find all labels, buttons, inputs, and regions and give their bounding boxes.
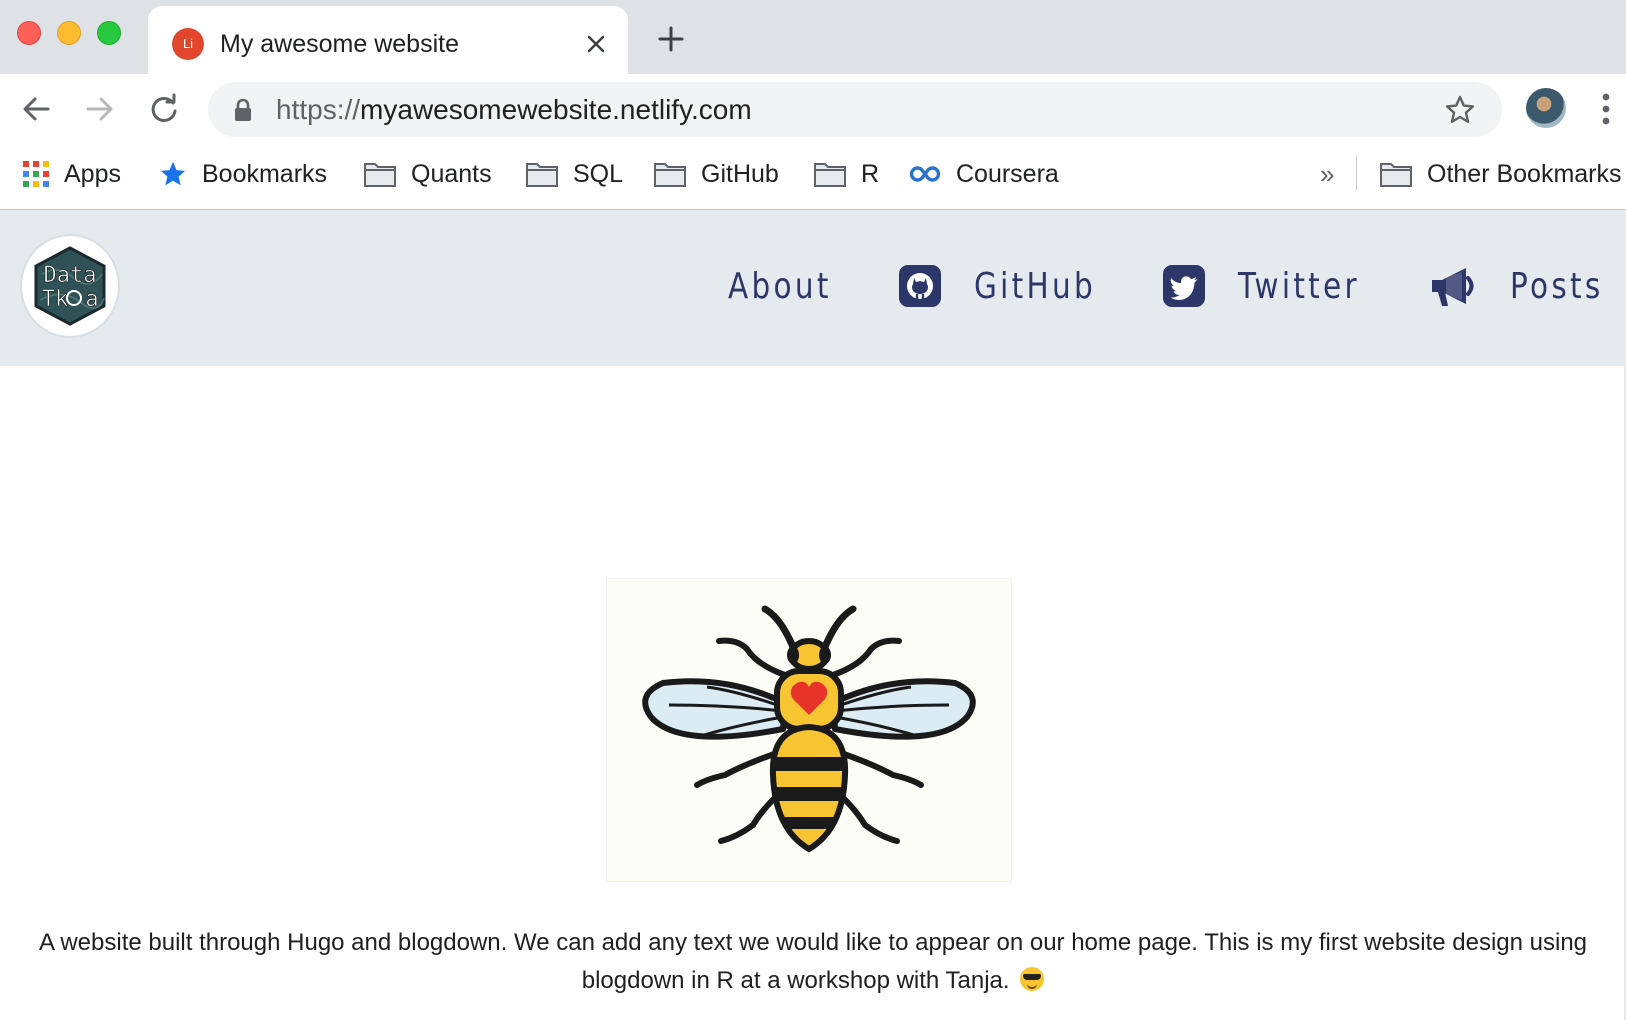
folder-icon bbox=[364, 163, 396, 187]
twitter-icon bbox=[1163, 265, 1205, 307]
nav-github-label: GitHub bbox=[974, 265, 1096, 307]
bookmarks-bar: Apps Bookmarks Quants SQL GitHub R Cours… bbox=[0, 144, 1626, 210]
bookmark-label: GitHub bbox=[701, 159, 779, 188]
back-arrow-icon[interactable] bbox=[18, 91, 54, 127]
bookmark-label: Quants bbox=[411, 159, 492, 188]
bookmarks-overflow-chevron[interactable]: » bbox=[1320, 158, 1334, 190]
bookmark-label: Other Bookmarks bbox=[1427, 159, 1622, 188]
nav-posts-link[interactable]: Posts bbox=[1428, 262, 1624, 310]
more-options-icon[interactable] bbox=[1600, 90, 1612, 128]
active-tab[interactable]: Li My awesome website bbox=[148, 6, 628, 74]
star-icon bbox=[160, 161, 186, 186]
url-host: myawesomewebsite.netlify.com bbox=[360, 94, 752, 125]
bookmark-label: Bookmarks bbox=[202, 159, 328, 188]
bookmark-folder-github[interactable]: GitHub bbox=[653, 158, 779, 190]
folder-icon bbox=[654, 163, 686, 187]
bookmark-folder-quants[interactable]: Quants bbox=[363, 158, 492, 190]
logo-hexagon-icon: Data Tk a bbox=[34, 246, 106, 326]
bookmark-folder-r[interactable]: R bbox=[813, 158, 879, 190]
nav-twitter-link[interactable]: Twitter bbox=[1162, 262, 1387, 310]
forward-arrow-icon[interactable] bbox=[82, 91, 118, 127]
bookmark-label: R bbox=[861, 159, 880, 188]
url-scheme: https:// bbox=[276, 94, 361, 125]
bookmark-star-icon[interactable] bbox=[1444, 94, 1476, 126]
bookmark-label: SQL bbox=[573, 159, 624, 188]
nav-twitter-label: Twitter bbox=[1238, 265, 1360, 307]
browser-toolbar: https://myawesomewebsite.netlify.com bbox=[0, 74, 1626, 144]
main-content: A website built through Hugo and blogdow… bbox=[0, 366, 1626, 1020]
nav-github-link[interactable]: GitHub bbox=[898, 262, 1123, 310]
bookmark-folder-sql[interactable]: SQL bbox=[525, 158, 623, 190]
tab-strip: Li My awesome website bbox=[0, 0, 1626, 74]
site-logo[interactable]: Data Tk a bbox=[22, 236, 118, 336]
bookmarks-divider bbox=[1356, 156, 1357, 190]
intro-text: A website built through Hugo and blogdow… bbox=[38, 929, 1588, 994]
address-bar[interactable]: https://myawesomewebsite.netlify.com bbox=[208, 82, 1502, 137]
bookmark-bookmarks[interactable]: Bookmarks bbox=[158, 158, 327, 190]
folder-icon bbox=[526, 163, 558, 187]
bee-illustration-icon bbox=[642, 605, 976, 853]
nav-about-link[interactable]: About bbox=[728, 262, 854, 310]
new-tab-icon[interactable] bbox=[656, 24, 686, 54]
github-icon bbox=[899, 265, 941, 307]
reload-icon[interactable] bbox=[146, 91, 182, 127]
logo-text-line1: Data bbox=[44, 263, 97, 288]
logo-text-line2b: a bbox=[85, 287, 98, 312]
apps-grid-icon bbox=[23, 161, 49, 187]
tab-favicon-icon: Li bbox=[172, 28, 204, 60]
folder-icon bbox=[814, 163, 846, 187]
bookmark-coursera[interactable]: Coursera bbox=[908, 158, 1059, 190]
bookmark-label: Coursera bbox=[956, 159, 1059, 188]
logo-text-line2: Tk bbox=[42, 287, 69, 312]
close-window-button[interactable] bbox=[17, 21, 41, 45]
close-tab-icon[interactable] bbox=[582, 30, 610, 58]
coursera-icon bbox=[909, 166, 941, 182]
minimize-window-button[interactable] bbox=[57, 21, 81, 45]
lock-icon[interactable] bbox=[232, 98, 254, 122]
intro-paragraph: A website built through Hugo and blogdow… bbox=[0, 924, 1626, 1000]
bookmark-other-bookmarks[interactable]: Other Bookmarks bbox=[1379, 158, 1622, 190]
bookmark-label: Apps bbox=[64, 159, 121, 188]
site-header: Data Tk a About GitHub Twitter Posts bbox=[0, 210, 1626, 366]
url-text[interactable]: https://myawesomewebsite.netlify.com bbox=[276, 94, 752, 126]
folder-icon bbox=[1380, 163, 1412, 187]
nav-about-label: About bbox=[728, 265, 832, 307]
profile-avatar[interactable] bbox=[1526, 88, 1566, 128]
tab-title: My awesome website bbox=[220, 30, 459, 58]
zoom-window-button[interactable] bbox=[97, 21, 121, 45]
bookmark-apps[interactable]: Apps bbox=[22, 158, 121, 190]
manchester-bee-image bbox=[606, 578, 1012, 882]
nav-posts-label: Posts bbox=[1510, 265, 1604, 307]
sunglasses-emoji-icon bbox=[1020, 967, 1045, 991]
megaphone-icon bbox=[1432, 268, 1474, 306]
